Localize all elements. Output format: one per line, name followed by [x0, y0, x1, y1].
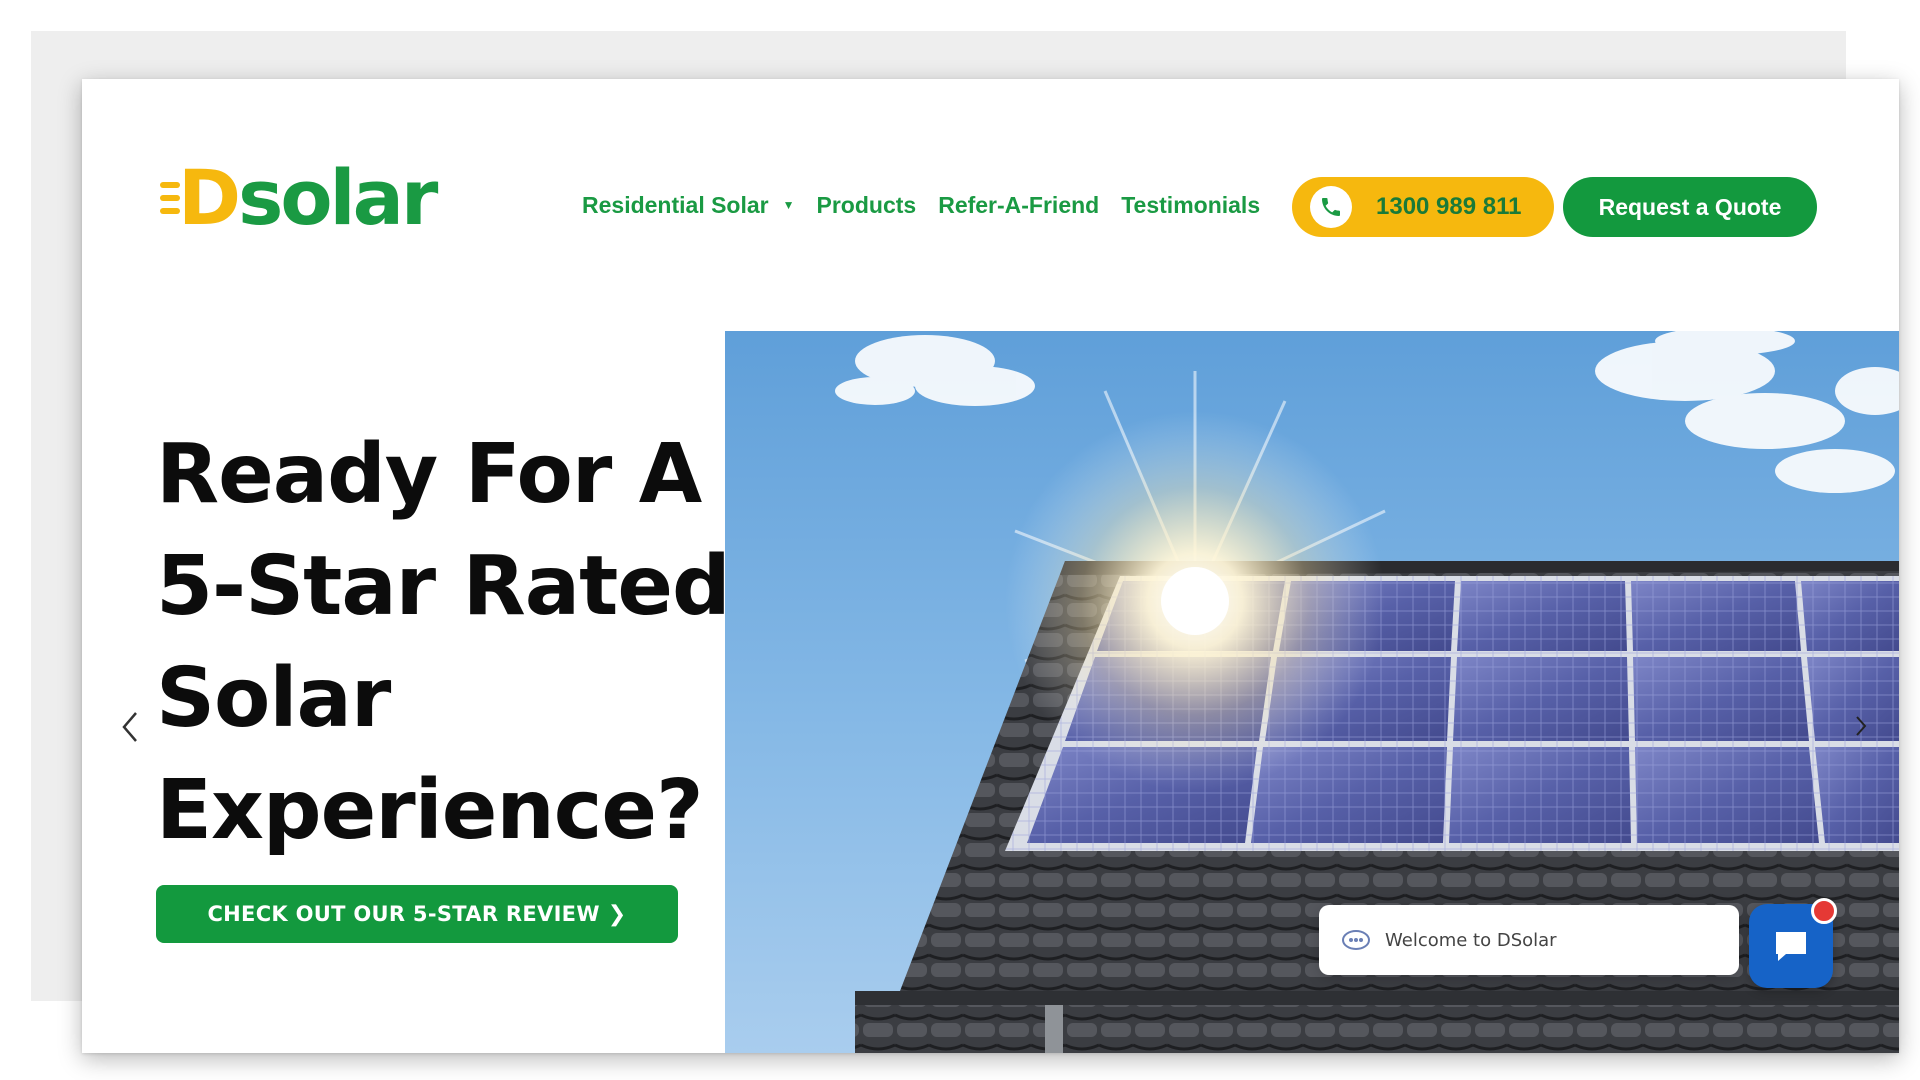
chevron-right-icon[interactable] — [1852, 711, 1870, 741]
chat-welcome-text: Welcome to DSolar — [1385, 929, 1557, 951]
hero-title-line: Solar — [156, 651, 391, 746]
nav-item-label: Residential Solar — [582, 191, 769, 218]
request-quote-button[interactable]: Request a Quote — [1563, 177, 1817, 237]
notification-badge — [1811, 898, 1837, 924]
bot-icon — [1342, 930, 1370, 950]
main-nav: Residential Solar ▼ Products Refer-A-Fri… — [582, 175, 1282, 235]
hero-title-line: 5-Star Rated — [156, 539, 731, 634]
nav-item-residential-solar[interactable]: Residential Solar ▼ — [582, 192, 795, 219]
chevron-left-icon[interactable] — [118, 707, 142, 747]
logo-wordmark: Dsolar — [178, 153, 438, 242]
nav-item-label: Refer-A-Friend — [938, 191, 1100, 218]
website-screenshot-card: Dsolar Residential Solar ▼ Products Refe… — [82, 79, 1899, 1053]
nav-item-testimonials[interactable]: Testimonials — [1121, 192, 1260, 219]
chat-launcher-button[interactable] — [1749, 898, 1837, 988]
phone-icon — [1310, 186, 1352, 228]
phone-call-button[interactable]: 1300 989 811 — [1292, 177, 1554, 237]
caret-down-icon: ▼ — [782, 198, 795, 212]
hero-title: Ready For A 5-Star Rated Solar Experienc… — [156, 419, 796, 867]
hero-title-line: Experience? — [156, 763, 704, 858]
nav-item-refer-a-friend[interactable]: Refer-A-Friend — [938, 192, 1099, 219]
five-star-review-button[interactable]: CHECK OUT OUR 5-STAR REVIEW ❯ — [156, 885, 678, 943]
nav-item-label: Testimonials — [1121, 191, 1261, 218]
hero-title-line: Ready For A — [156, 427, 702, 522]
chat-icon — [1776, 932, 1806, 961]
dsolar-logo[interactable]: Dsolar — [160, 153, 438, 242]
phone-number: 1300 989 811 — [1376, 193, 1522, 220]
chevron-right-icon: ❯ — [607, 901, 627, 927]
cta-label: CHECK OUT OUR 5-STAR REVIEW — [207, 902, 600, 926]
chat-welcome-bubble[interactable]: Welcome to DSolar — [1319, 905, 1739, 975]
nav-item-label: Products — [816, 191, 917, 218]
nav-item-products[interactable]: Products — [817, 192, 917, 219]
